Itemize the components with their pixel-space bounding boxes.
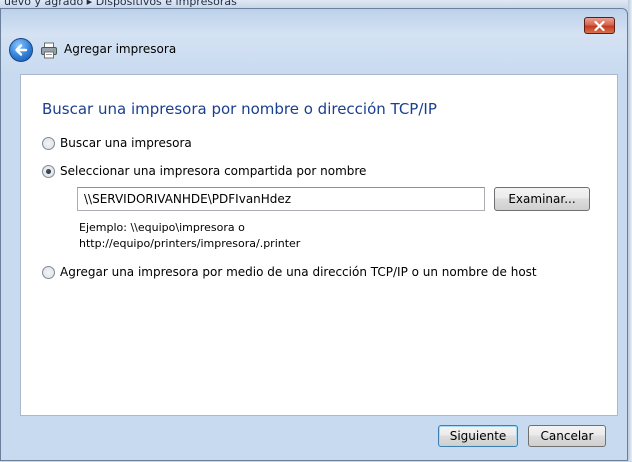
dialog-title: Agregar impresora [64, 42, 177, 56]
add-printer-dialog: Agregar impresora Buscar una impresora p… [0, 8, 628, 461]
example-line-1: Ejemplo: \\equipo\impresora o [79, 221, 245, 234]
example-line-2: http://equipo/printers/impresora/.printe… [79, 237, 301, 250]
dialog-footer: Siguiente Cancelar [1, 416, 629, 462]
back-arrow-icon [15, 44, 28, 56]
radio-tcpip[interactable] [42, 265, 55, 279]
example-text: Ejemplo: \\equipo\impresora o http://equ… [79, 220, 300, 252]
printer-icon [41, 42, 57, 59]
option-find-printer-label: Buscar una impresora [60, 136, 192, 150]
back-button[interactable] [9, 38, 33, 62]
option-tcpip[interactable]: Agregar una impresora por medio de una d… [42, 265, 537, 279]
shared-printer-path-input[interactable] [77, 187, 485, 211]
content-panel: Buscar una impresora por nombre o direcc… [20, 74, 618, 416]
next-button[interactable]: Siguiente [438, 425, 518, 447]
page-instruction: Buscar una impresora por nombre o direcc… [42, 100, 437, 118]
option-find-printer[interactable]: Buscar una impresora [42, 136, 192, 150]
dialog-header: Agregar impresora [1, 36, 629, 74]
option-shared-by-name[interactable]: Seleccionar una impresora compartida por… [42, 164, 366, 178]
close-button[interactable] [584, 17, 615, 34]
browse-button[interactable]: Examinar... [494, 187, 590, 211]
radio-find-printer[interactable] [42, 136, 55, 150]
option-shared-by-name-label: Seleccionar una impresora compartida por… [60, 164, 367, 178]
option-tcpip-label: Agregar una impresora por medio de una d… [60, 265, 537, 279]
background-breadcrumb-strip: uevo y agrado ▸ Dispositivos e impresora… [0, 0, 632, 8]
cancel-button[interactable]: Cancelar [528, 425, 606, 447]
background-breadcrumb: uevo y agrado ▸ Dispositivos e impresora… [4, 0, 237, 8]
close-icon [594, 20, 605, 31]
radio-shared-by-name[interactable] [42, 164, 55, 178]
